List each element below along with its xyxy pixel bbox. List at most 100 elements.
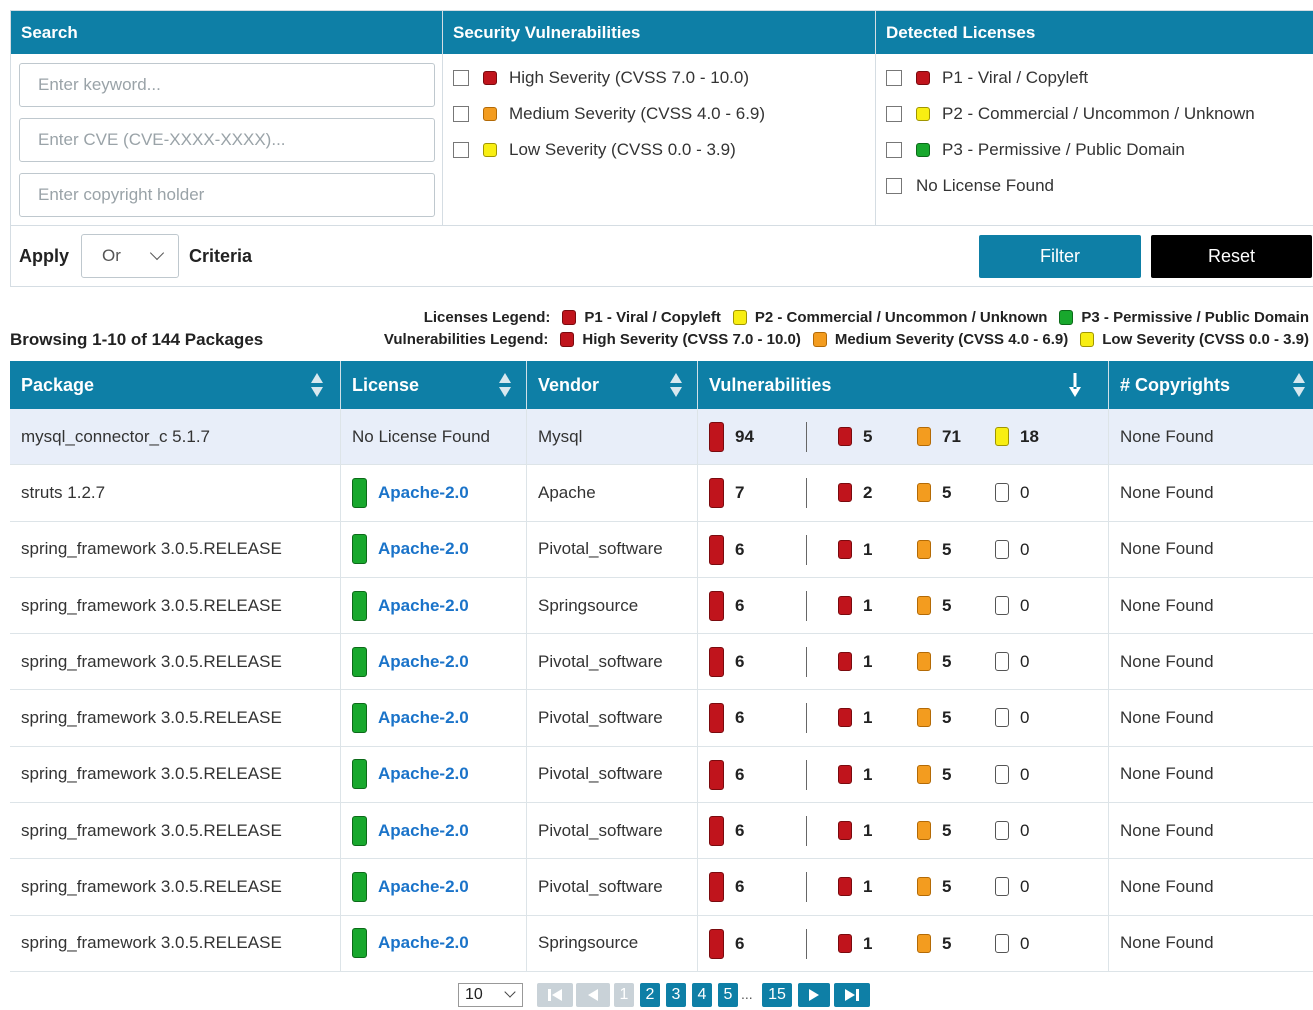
checkbox[interactable] [453,142,469,158]
first-page-button[interactable] [537,983,573,1007]
license-link[interactable]: Apache-2.0 [378,877,469,897]
license-link[interactable]: Apache-2.0 [378,708,469,728]
page-size-select[interactable]: 10 [458,983,523,1007]
next-page-button[interactable] [798,983,830,1007]
table-row[interactable]: spring_framework 3.0.5.RELEASE Apache-2.0… [10,859,1313,916]
package-name: mysql_connector_c 5.1.7 [21,426,210,446]
reset-button[interactable]: Reset [1151,235,1312,278]
sort-icon[interactable] [669,372,683,398]
high-severity-indicator [838,821,852,841]
package-name: spring_framework 3.0.5.RELEASE [21,651,282,671]
filter-medium-severity[interactable]: Medium Severity (CVSS 4.0 - 6.9) [453,103,765,125]
checkbox[interactable] [886,106,902,122]
column-header-vulnerabilities[interactable]: Vulnerabilities [698,361,1109,409]
license-link[interactable]: Apache-2.0 [378,483,469,503]
column-header-copyrights[interactable]: # Copyrights [1109,361,1313,409]
high-severity-count: 1 [863,764,873,784]
filter-license-p2[interactable]: P2 - Commercial / Uncommon / Unknown [886,103,1255,125]
high-severity-indicator [838,933,852,953]
medium-severity-indicator [917,821,931,841]
cve-input[interactable] [19,118,435,162]
license-p3-indicator [352,534,367,565]
page-button[interactable]: 4 [692,983,712,1007]
checkbox[interactable] [886,142,902,158]
license-cell: Apache-2.0 [341,859,527,915]
keyword-input[interactable] [19,63,435,107]
next-icon [809,989,819,1001]
sort-icon[interactable] [498,372,512,398]
sort-icon[interactable] [1292,372,1306,398]
license-link[interactable]: Apache-2.0 [378,933,469,953]
total-vulnerabilities: 6 [735,652,745,672]
filter-high-severity[interactable]: High Severity (CVSS 7.0 - 10.0) [453,67,749,89]
sort-descending-icon[interactable] [1068,372,1082,398]
sort-icon[interactable] [310,372,324,398]
page-button-current[interactable]: 1 [614,983,634,1007]
filter-button[interactable]: Filter [979,235,1141,278]
table-row[interactable]: struts 1.2.7 Apache-2.0 Apache 7 2 5 0 None Fou… [10,465,1313,522]
vulnerabilities-legend: Vulnerabilities Legend: High Severity (C… [384,329,1309,349]
license-link[interactable]: Apache-2.0 [378,821,469,841]
package-cell: spring_framework 3.0.5.RELEASE [10,634,341,690]
high-severity-indicator [838,652,852,672]
checkbox[interactable] [886,178,902,194]
checkbox[interactable] [453,70,469,86]
filter-license-p1[interactable]: P1 - Viral / Copyleft [886,67,1088,89]
column-header-license[interactable]: License [341,361,527,409]
table-row[interactable]: spring_framework 3.0.5.RELEASE Apache-2.0… [10,803,1313,860]
package-cell: spring_framework 3.0.5.RELEASE [10,521,341,577]
table-row[interactable]: spring_framework 3.0.5.RELEASE Apache-2.0… [10,634,1313,691]
low-severity-count: 0 [1020,764,1030,784]
page-button[interactable]: 3 [666,983,686,1007]
total-vulnerabilities: 6 [735,539,745,559]
low-severity-indicator [995,539,1009,559]
low-severity-count: 0 [1020,877,1030,897]
table-row[interactable]: spring_framework 3.0.5.RELEASE Apache-2.0… [10,746,1313,804]
copyright-holder-input[interactable] [19,173,435,217]
column-header-vendor[interactable]: Vendor [527,361,698,409]
operator-value: Or [102,246,121,265]
package-name: spring_framework 3.0.5.RELEASE [21,764,282,784]
vendor-name: Mysql [538,426,583,446]
page-button[interactable]: 5 [718,983,738,1007]
checkbox[interactable] [453,106,469,122]
checkbox[interactable] [886,70,902,86]
license-link[interactable]: Apache-2.0 [378,764,469,784]
legend-item: P3 - Permissive / Public Domain [1059,309,1309,326]
divider [806,647,807,678]
total-vulnerabilities: 6 [735,764,745,784]
license-link[interactable]: Apache-2.0 [378,539,469,559]
divider [806,759,807,790]
table-row[interactable]: mysql_connector_c 5.1.7 No License Found M… [10,409,1313,466]
column-header-package[interactable]: Package [10,361,341,409]
table-row[interactable]: spring_framework 3.0.5.RELEASE Apache-2.0… [10,915,1313,972]
filter-low-severity[interactable]: Low Severity (CVSS 0.0 - 3.9) [453,139,736,161]
page-button[interactable]: 2 [640,983,660,1007]
high-severity-count: 2 [863,483,873,503]
operator-select[interactable]: Or [81,234,179,278]
package-name: spring_framework 3.0.5.RELEASE [21,595,282,615]
table-row[interactable]: spring_framework 3.0.5.RELEASE Apache-2.0… [10,521,1313,578]
high-severity-count: 1 [863,652,873,672]
table-row[interactable]: spring_framework 3.0.5.RELEASE Apache-2.0… [10,577,1313,635]
total-vulnerabilities-indicator [709,422,724,452]
vendor-cell: Pivotal_software [527,746,698,803]
filter-no-license[interactable]: No License Found [886,175,1054,197]
low-severity-count: 18 [1020,427,1039,446]
copyrights-cell: None Found [1109,690,1313,745]
low-severity-count: 0 [1020,821,1030,841]
total-vulnerabilities-indicator [709,590,724,621]
total-vulnerabilities: 6 [735,708,745,728]
previous-page-button[interactable] [576,983,610,1007]
table-row[interactable]: spring_framework 3.0.5.RELEASE Apache-2.0… [10,690,1313,747]
p3-swatch [1059,309,1074,325]
low-severity-indicator [995,427,1009,446]
medium-severity-indicator [917,539,931,559]
p3-swatch [916,143,930,157]
filter-license-p3[interactable]: P3 - Permissive / Public Domain [886,139,1185,161]
license-link[interactable]: Apache-2.0 [378,652,469,672]
page-button-last[interactable]: 15 [762,983,792,1007]
high-severity-count: 1 [863,933,873,953]
license-link[interactable]: Apache-2.0 [378,596,469,616]
last-page-button[interactable] [834,983,870,1007]
